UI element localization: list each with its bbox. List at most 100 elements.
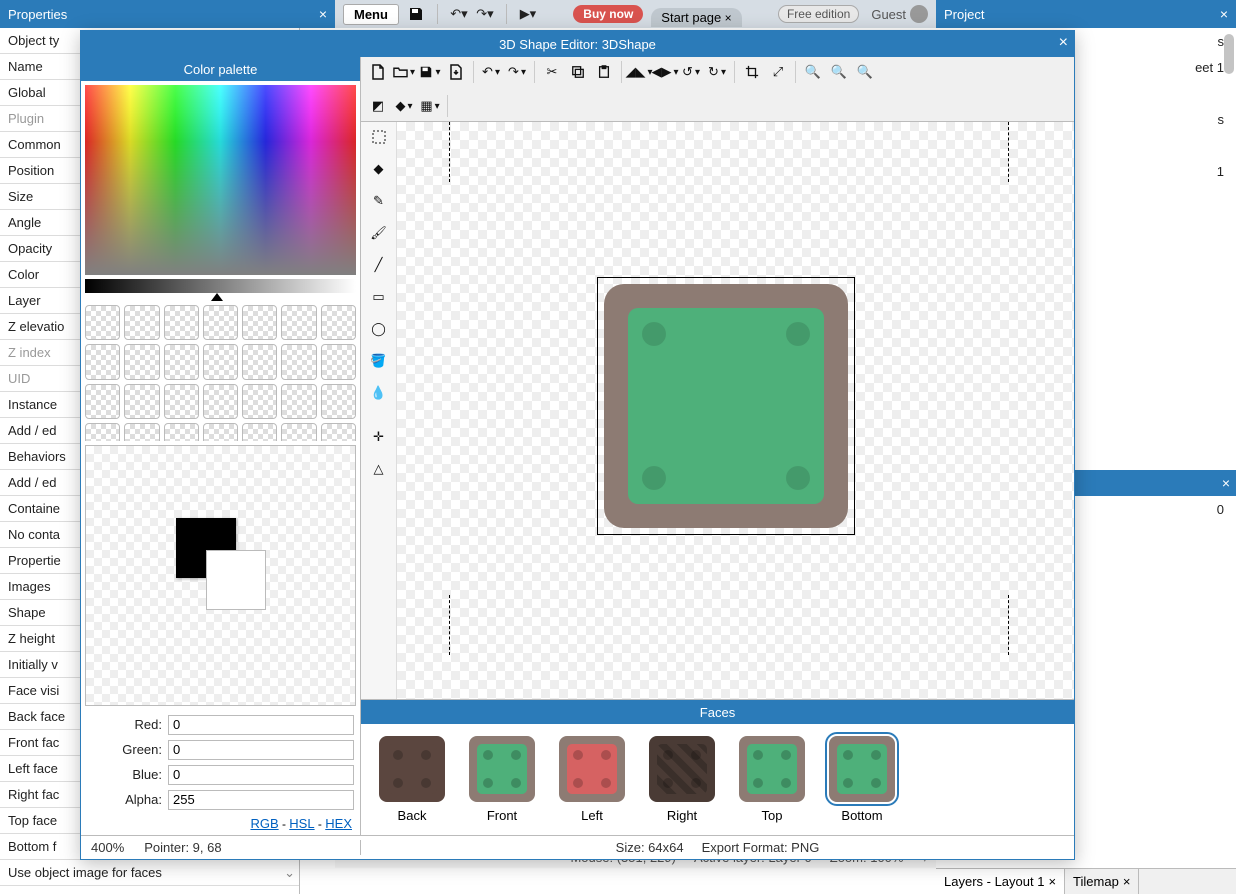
color-swatch[interactable]	[85, 305, 120, 340]
color-swatch[interactable]	[85, 384, 120, 419]
close-icon[interactable]: ×	[1220, 6, 1228, 22]
face-top[interactable]: Top	[739, 736, 805, 823]
collision-poly-icon[interactable]: △	[368, 458, 390, 480]
color-swatch[interactable]	[242, 423, 277, 441]
save-file-icon[interactable]	[419, 61, 441, 83]
color-swatch[interactable]	[321, 423, 356, 441]
grid-icon[interactable]: ▦	[419, 95, 441, 117]
zoom-in-icon[interactable]: 🔍	[802, 61, 824, 83]
close-icon[interactable]: ×	[319, 6, 327, 22]
eyedropper-icon[interactable]: 💧	[368, 382, 390, 404]
color-swatch[interactable]	[124, 344, 159, 379]
cut-icon[interactable]: ✂	[541, 61, 563, 83]
undo-icon[interactable]: ↶▾	[450, 5, 468, 23]
play-icon[interactable]: ▶▾	[519, 5, 537, 23]
color-swatch[interactable]	[242, 344, 277, 379]
brightness-slider[interactable]	[85, 279, 356, 293]
rect-tool-icon[interactable]: ▭	[368, 286, 390, 308]
color-swatch[interactable]	[85, 344, 120, 379]
color-swatch[interactable]	[124, 305, 159, 340]
zoom-fit-icon[interactable]: 🔍	[854, 61, 876, 83]
brush-icon[interactable]: 🖌	[368, 222, 390, 244]
ellipse-tool-icon[interactable]: ◯	[368, 318, 390, 340]
color-swatch[interactable]	[242, 384, 277, 419]
color-swatch[interactable]	[281, 423, 316, 441]
color-swatch[interactable]	[321, 344, 356, 379]
crop-icon[interactable]	[741, 61, 763, 83]
canvas-view[interactable]	[397, 122, 1074, 699]
color-swatch[interactable]	[321, 305, 356, 340]
resize-icon[interactable]: ⤢	[767, 61, 789, 83]
redo-icon[interactable]: ↷	[506, 61, 528, 83]
color-swatch[interactable]	[242, 305, 277, 340]
close-icon[interactable]: ×	[1059, 34, 1068, 52]
face-right[interactable]: Right	[649, 736, 715, 823]
red-input[interactable]	[168, 715, 354, 735]
paste-icon[interactable]	[593, 61, 615, 83]
copy-icon[interactable]	[567, 61, 589, 83]
face-back[interactable]: Back	[379, 736, 445, 823]
modal-titlebar: 3D Shape Editor: 3DShape ×	[81, 31, 1074, 57]
face-label: Left	[581, 808, 603, 823]
reload-icon[interactable]	[445, 61, 467, 83]
save-icon[interactable]	[407, 5, 425, 23]
face-bottom[interactable]: Bottom	[829, 736, 895, 823]
color-swatch[interactable]	[281, 305, 316, 340]
color-swatch[interactable]	[164, 384, 199, 419]
color-swatch[interactable]	[203, 305, 238, 340]
color-swatch[interactable]	[164, 344, 199, 379]
color-swatch[interactable]	[321, 384, 356, 419]
origin-icon[interactable]: ✛	[368, 426, 390, 448]
tab-start-page[interactable]: Start page ×	[651, 8, 741, 27]
rotate-ccw-icon[interactable]: ↺	[680, 61, 702, 83]
menu-button[interactable]: Menu	[343, 4, 399, 25]
layers-icon[interactable]: ◆	[393, 95, 415, 117]
color-picker-field[interactable]	[85, 85, 356, 275]
flip-horizontal-icon[interactable]: ◢◣	[628, 61, 650, 83]
color-swatch[interactable]	[281, 384, 316, 419]
close-icon[interactable]: ×	[1123, 874, 1131, 889]
rgb-link[interactable]: RGB	[250, 816, 278, 831]
new-file-icon[interactable]	[367, 61, 389, 83]
modal-statusbar: 400% Pointer: 9, 68 Size: 64x64 Export F…	[81, 835, 1074, 859]
color-swatch[interactable]	[203, 384, 238, 419]
secondary-color-swatch[interactable]	[206, 550, 266, 610]
invert-icon[interactable]: ◩	[367, 95, 389, 117]
hex-link[interactable]: HEX	[325, 816, 352, 831]
face-front[interactable]: Front	[469, 736, 535, 823]
color-swatch[interactable]	[124, 423, 159, 441]
buy-now-button[interactable]: Buy now	[573, 5, 643, 23]
close-icon[interactable]: ×	[1222, 475, 1230, 491]
eraser-icon[interactable]: ◆	[368, 158, 390, 180]
green-input[interactable]	[168, 740, 354, 760]
guest-user[interactable]: Guest	[871, 5, 928, 23]
color-swatch[interactable]	[124, 384, 159, 419]
hsl-link[interactable]: HSL	[289, 816, 314, 831]
tab-tilemap[interactable]: Tilemap×	[1065, 869, 1139, 894]
undo-icon[interactable]: ↶	[480, 61, 502, 83]
sprite-canvas[interactable]	[597, 277, 855, 535]
fill-bucket-icon[interactable]: 🪣	[368, 350, 390, 372]
slider-thumb-icon[interactable]	[211, 293, 223, 301]
color-swatch[interactable]	[281, 344, 316, 379]
rotate-cw-icon[interactable]: ↻	[706, 61, 728, 83]
close-icon[interactable]: ×	[1048, 874, 1056, 889]
color-swatch[interactable]	[164, 305, 199, 340]
line-icon[interactable]: ╱	[368, 254, 390, 276]
redo-icon[interactable]: ↷▾	[476, 5, 494, 23]
open-file-icon[interactable]	[393, 61, 415, 83]
alpha-input[interactable]	[168, 790, 354, 810]
color-swatch[interactable]	[85, 423, 120, 441]
select-rect-icon[interactable]	[368, 126, 390, 148]
face-left[interactable]: Left	[559, 736, 625, 823]
color-swatch[interactable]	[203, 423, 238, 441]
color-swatch[interactable]	[164, 423, 199, 441]
prop-use-object-image[interactable]: Use object image for faces ⌄	[0, 860, 299, 886]
zoom-out-icon[interactable]: 🔍	[828, 61, 850, 83]
pencil-icon[interactable]: ✎	[368, 190, 390, 212]
blue-input[interactable]	[168, 765, 354, 785]
flip-vertical-icon[interactable]: ◀▶	[654, 61, 676, 83]
color-swatch[interactable]	[203, 344, 238, 379]
tab-layers[interactable]: Layers - Layout 1×	[936, 869, 1065, 894]
scrollbar[interactable]	[1224, 34, 1234, 74]
